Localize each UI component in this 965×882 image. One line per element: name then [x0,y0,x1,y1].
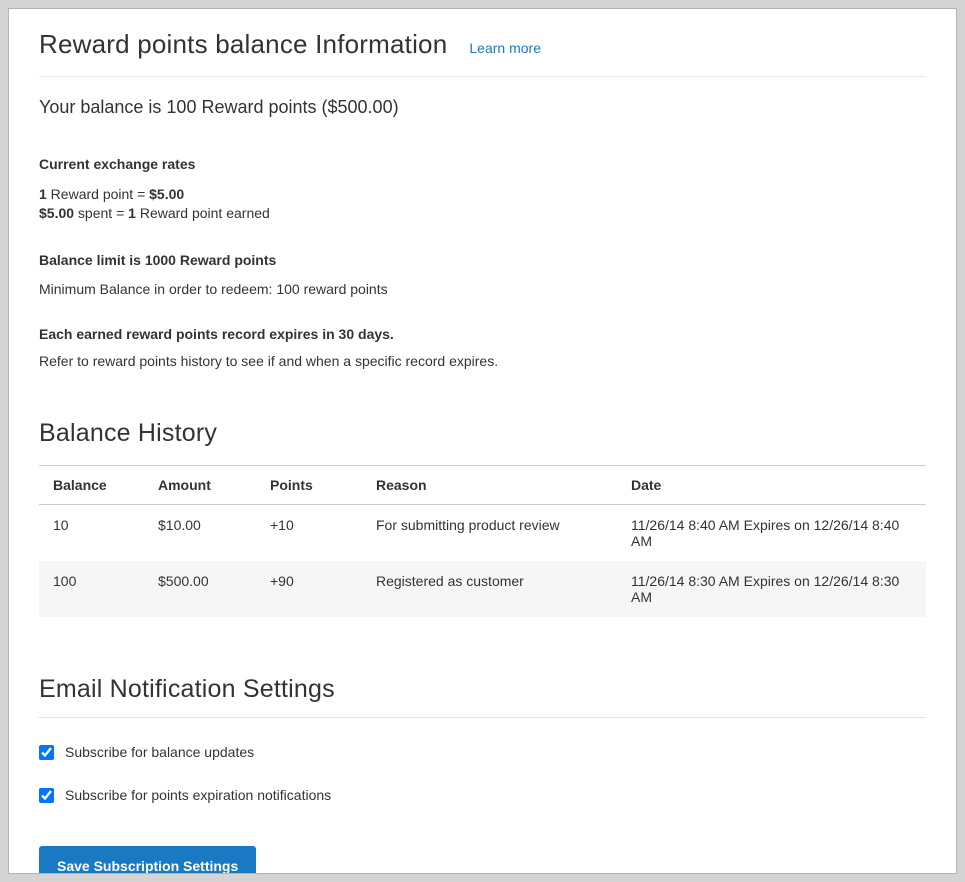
column-header-balance: Balance [39,466,144,505]
exchange-rates-heading: Current exchange rates [39,156,926,172]
rate-spend-money: $5.00 [39,205,74,221]
rate-spend-tail: Reward point earned [136,205,270,221]
cell-points: +90 [256,561,362,617]
rate-earn-points: 1 [39,186,47,202]
expiration-notifications-checkbox[interactable] [39,788,54,803]
balance-updates-option: Subscribe for balance updates [39,744,926,760]
column-header-points: Points [256,466,362,505]
expiry-heading: Each earned reward points record expires… [39,326,926,342]
exchange-rates-block: 1 Reward point = $5.00 $5.00 spent = 1 R… [39,185,926,223]
rate-earn-middle: Reward point = [47,186,149,202]
expiry-note: Refer to reward points history to see if… [39,353,926,369]
minimum-balance-text: Minimum Balance in order to redeem: 100 … [39,281,926,297]
email-settings-title: Email Notification Settings [39,675,926,704]
email-settings-header: Email Notification Settings [39,675,926,718]
expiration-notifications-label: Subscribe for points expiration notifica… [65,787,331,803]
cell-points: +10 [256,505,362,562]
rate-earn-line: 1 Reward point = $5.00 [39,185,926,204]
cell-date: 11/26/14 8:30 AM Expires on 12/26/14 8:3… [617,561,926,617]
table-header-row: Balance Amount Points Reason Date [39,466,926,505]
cell-balance: 10 [39,505,144,562]
cell-balance: 100 [39,561,144,617]
rate-earn-money: $5.00 [149,186,184,202]
balance-updates-label: Subscribe for balance updates [65,744,254,760]
balance-limit-heading: Balance limit is 1000 Reward points [39,252,926,268]
table-row: 10 $10.00 +10 For submitting product rev… [39,505,926,562]
rate-spend-line: $5.00 spent = 1 Reward point earned [39,204,926,223]
learn-more-link[interactable]: Learn more [469,40,541,56]
balance-history-table: Balance Amount Points Reason Date 10 $10… [39,465,926,617]
cell-date: 11/26/14 8:40 AM Expires on 12/26/14 8:4… [617,505,926,562]
rate-spend-middle: spent = [74,205,128,221]
table-row: 100 $500.00 +90 Registered as customer 1… [39,561,926,617]
cell-amount: $500.00 [144,561,256,617]
column-header-amount: Amount [144,466,256,505]
balance-history-title: Balance History [39,419,926,448]
expiration-notifications-option: Subscribe for points expiration notifica… [39,787,926,803]
column-header-date: Date [617,466,926,505]
save-subscription-settings-button[interactable]: Save Subscription Settings [39,846,256,874]
reward-points-card: Reward points balance Information Learn … [8,8,957,874]
rate-spend-points: 1 [128,205,136,221]
balance-summary: Your balance is 100 Reward points ($500.… [39,97,926,118]
page-title: Reward points balance Information [39,29,447,60]
cell-amount: $10.00 [144,505,256,562]
page-header: Reward points balance Information Learn … [39,29,926,77]
cell-reason: For submitting product review [362,505,617,562]
cell-reason: Registered as customer [362,561,617,617]
balance-updates-checkbox[interactable] [39,745,54,760]
column-header-reason: Reason [362,466,617,505]
